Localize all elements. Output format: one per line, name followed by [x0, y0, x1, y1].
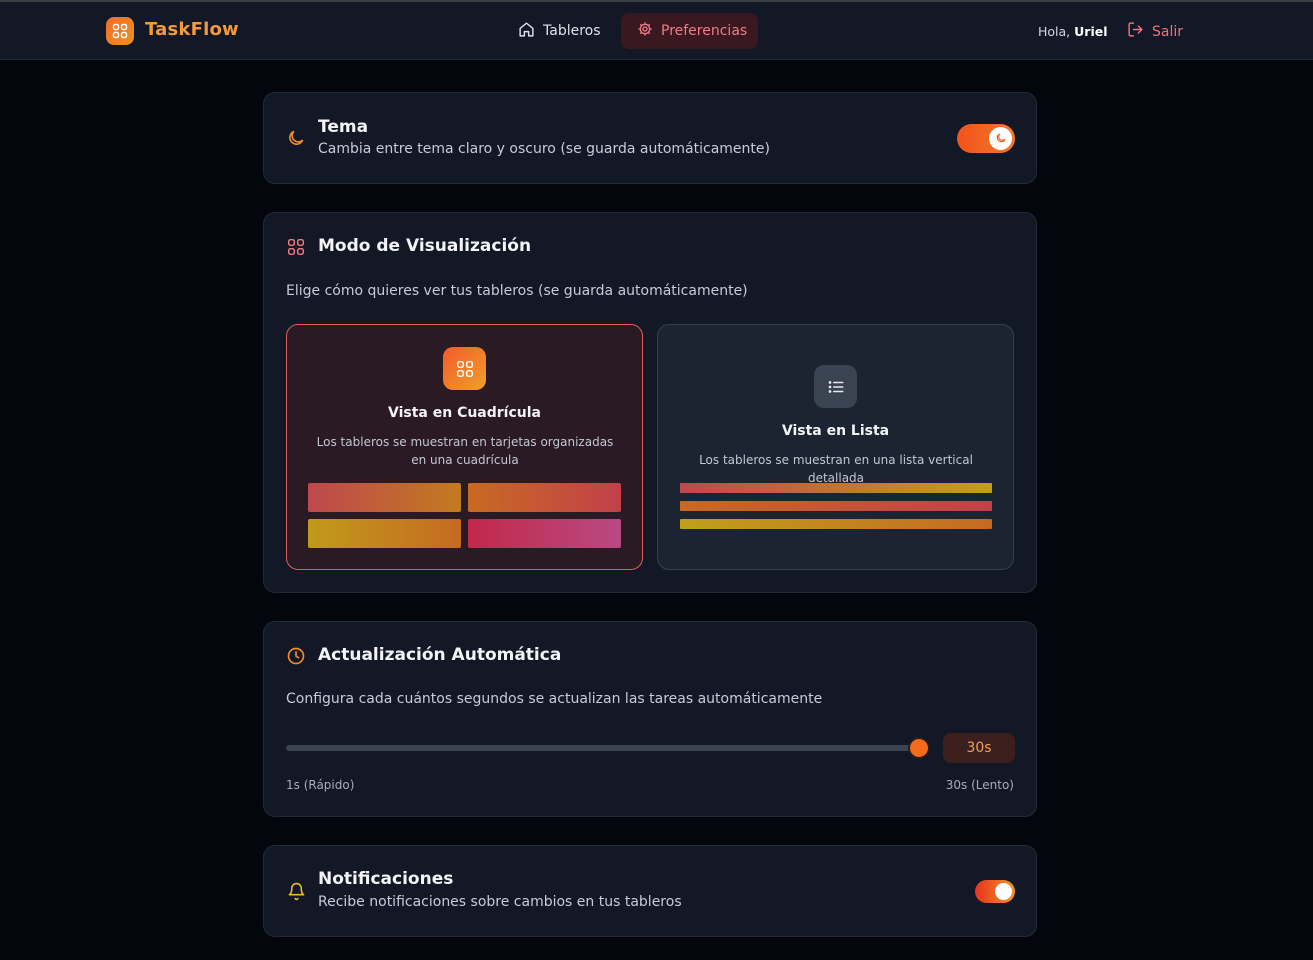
slider-max-label: 30s (Lento) — [945, 778, 1014, 792]
home-icon — [518, 21, 535, 42]
brand-name[interactable]: TaskFlow — [145, 19, 239, 40]
auto-update-description: Configura cada cuántos segundos se actua… — [286, 691, 823, 707]
toggle-knob — [995, 883, 1012, 900]
list-view-option[interactable]: Vista en Lista Los tableros se muestran … — [657, 324, 1014, 570]
theme-subtitle: Cambia entre tema claro y oscuro (se gua… — [318, 141, 770, 157]
logo-icon[interactable] — [106, 17, 134, 45]
logout-button[interactable]: Salir — [1127, 21, 1183, 42]
slider-value: 30s — [943, 733, 1015, 763]
slider-min-label: 1s (Rápido) — [286, 778, 355, 792]
grid-preview-tile — [468, 519, 621, 548]
top-navbar: TaskFlow Tableros Preferencias Hola, Uri… — [0, 0, 1313, 60]
grid-preview-tile — [308, 519, 461, 548]
moon-icon — [995, 129, 1007, 148]
toggle-knob — [989, 127, 1012, 150]
notifications-card: Notificaciones Recibe notificaciones sob… — [263, 845, 1037, 937]
greeting-text: Hola, — [1038, 24, 1071, 39]
auto-update-title: Actualización Automática — [318, 645, 562, 665]
notifications-toggle[interactable] — [975, 880, 1015, 903]
nav-preferencias-label: Preferencias — [661, 23, 748, 39]
view-mode-description: Elige cómo quieres ver tus tableros (se … — [286, 283, 748, 299]
grid-view-text: Los tableros se muestran en tarjetas org… — [316, 435, 614, 467]
list-icon — [814, 365, 857, 408]
nav-tableros[interactable]: Tableros — [508, 13, 611, 49]
theme-card: Tema Cambia entre tema claro y oscuro (s… — [263, 92, 1037, 184]
theme-toggle[interactable] — [957, 124, 1015, 153]
list-preview-bar — [680, 483, 992, 493]
clock-icon — [286, 646, 306, 666]
grid-icon — [286, 237, 306, 257]
logout-label: Salir — [1152, 23, 1184, 40]
list-preview-bar — [680, 501, 992, 511]
view-mode-title: Modo de Visualización — [318, 236, 532, 256]
nav-tableros-label: Tableros — [543, 23, 601, 39]
auto-update-card: Actualización Automática Configura cada … — [263, 621, 1037, 817]
refresh-interval-slider[interactable] — [286, 745, 926, 751]
view-mode-card: Modo de Visualización Elige cómo quieres… — [263, 212, 1037, 593]
notifications-title: Notificaciones — [318, 869, 454, 889]
user-greeting: Hola, Uriel — [1038, 24, 1108, 39]
notifications-subtitle: Recibe notificaciones sobre cambios en t… — [318, 894, 682, 910]
grid-preview-tile — [468, 483, 621, 512]
moon-icon — [286, 128, 306, 148]
list-view-text: Los tableros se muestran en una lista ve… — [699, 453, 973, 485]
list-view-title: Vista en Lista — [781, 423, 890, 439]
logout-icon — [1127, 21, 1144, 42]
nav-preferencias[interactable]: Preferencias — [621, 13, 758, 49]
theme-title: Tema — [318, 117, 369, 137]
settings-icon — [637, 21, 653, 41]
grid-preview-tile — [308, 483, 461, 512]
list-preview-bar — [680, 519, 992, 529]
grid-view-option[interactable]: Vista en Cuadrícula Los tableros se mues… — [286, 324, 643, 570]
grid-view-title: Vista en Cuadrícula — [388, 405, 541, 421]
username: Uriel — [1074, 24, 1108, 39]
bell-icon — [286, 881, 306, 901]
grid-icon — [443, 347, 486, 390]
slider-thumb[interactable] — [910, 739, 928, 757]
